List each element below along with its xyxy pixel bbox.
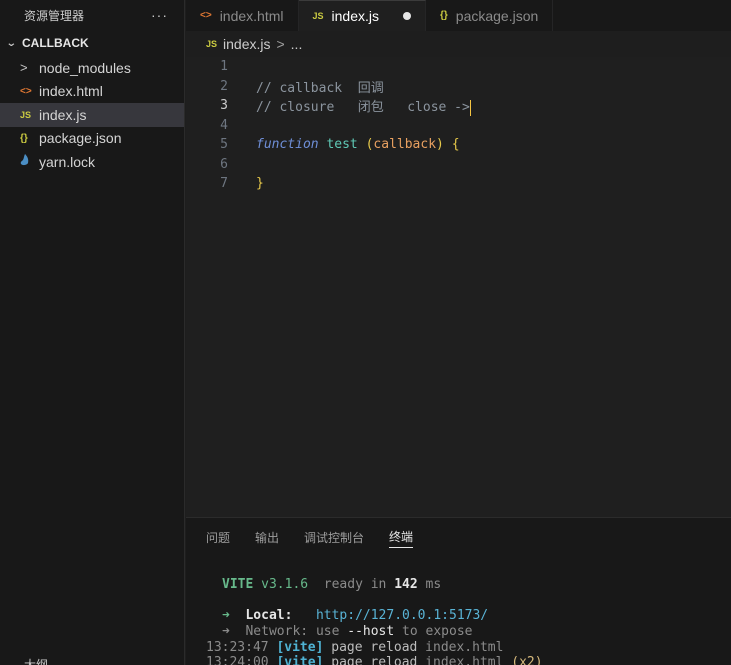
terminal-line-vite: VITE v3.1.6 ready in 142 ms xyxy=(222,577,441,592)
local-url-link[interactable]: http://127.0.0.1:5173/ xyxy=(316,608,488,623)
log-tag: [vite] xyxy=(276,655,324,665)
log-file: index.html xyxy=(425,640,504,655)
tab-problems[interactable]: 问题 xyxy=(206,518,230,556)
js-file-icon: JS xyxy=(206,39,218,49)
tree-item-package-json[interactable]: {} package.json xyxy=(0,127,184,151)
ready-text: ready in xyxy=(323,577,387,592)
network-label: Network: xyxy=(245,624,309,639)
network-rest: to expose xyxy=(402,624,473,639)
code-editor[interactable]: 1 2 // callback 回调 3 // closure 闭包 close… xyxy=(186,57,731,517)
tab-index-js[interactable]: JS index.js xyxy=(298,0,426,31)
vite-version: v3.1.6 xyxy=(261,577,309,592)
log-time: 13:23:47 xyxy=(206,640,269,655)
html-file-icon: <> xyxy=(200,10,212,21)
terminal-line-network: ➜ Network: use --host to expose xyxy=(222,624,473,639)
line-number: 3 xyxy=(220,98,228,114)
bottom-panel: 问题 输出 调试控制台 终端 VITE v3.1.6 ready in 142 … xyxy=(186,517,731,665)
tree-item-label: node_modules xyxy=(39,59,131,76)
code-line-current: 3 // closure 闭包 close -> xyxy=(186,96,731,116)
breadcrumb-symbols[interactable]: ... xyxy=(291,36,303,52)
tree-item-node-modules[interactable]: > node_modules xyxy=(0,56,184,80)
code-line: 6 xyxy=(186,155,731,175)
tree-item-label: package.json xyxy=(39,130,122,147)
breadcrumb-separator: > xyxy=(276,36,285,52)
tree-item-index-js[interactable]: JS index.js xyxy=(0,103,184,127)
line-number: 2 xyxy=(220,78,228,94)
code-line: 5 function test (callback) { xyxy=(186,135,731,155)
tab-terminal[interactable]: 终端 xyxy=(389,526,414,548)
outline-section-header[interactable]: 大纲 xyxy=(24,656,48,665)
tab-index-html[interactable]: <> index.html xyxy=(186,0,299,31)
brace-close: } xyxy=(256,176,264,192)
terminal-log-line: 13:24:00 [vite] page reload index.html (… xyxy=(206,655,543,665)
js-file-icon: JS xyxy=(312,11,324,21)
function-declaration: function test (callback) { xyxy=(256,137,460,152)
code-line: 7 } xyxy=(186,174,731,194)
log-message: page reload xyxy=(331,655,418,665)
explorer-sidebar: 资源管理器 ··· ⌄ CALLBACK > node_modules <> i… xyxy=(0,0,185,665)
tree-item-label: index.html xyxy=(39,83,103,100)
code-line: 1 xyxy=(186,57,731,77)
code-line: 2 // callback 回调 xyxy=(186,77,731,97)
tab-output[interactable]: 输出 xyxy=(255,518,279,556)
chevron-down-icon: ⌄ xyxy=(5,37,17,49)
tab-label: index.html xyxy=(219,7,284,24)
local-label: Local: xyxy=(245,608,293,623)
brace-open: { xyxy=(451,137,460,153)
log-tag: [vite] xyxy=(276,640,324,655)
folder-name: CALLBACK xyxy=(22,36,89,50)
tab-debug-console[interactable]: 调试控制台 xyxy=(304,518,364,556)
comment-line: // closure 闭包 close -> xyxy=(256,96,471,116)
tree-item-label: yarn.lock xyxy=(39,153,96,170)
more-actions-icon[interactable]: ··· xyxy=(151,7,168,23)
line-number: 5 xyxy=(220,137,228,153)
network-flag: --host xyxy=(347,624,395,639)
tab-label: package.json xyxy=(455,7,539,24)
yarn-file-icon xyxy=(20,154,39,169)
parameter: callback xyxy=(373,137,437,153)
tab-package-json[interactable]: {} package.json xyxy=(426,0,554,31)
log-time: 13:24:00 xyxy=(206,655,269,665)
json-file-icon: {} xyxy=(439,10,448,21)
tree-item-label: index.js xyxy=(39,106,87,123)
ms-unit: ms xyxy=(425,577,442,592)
editor-tab-bar: <> index.html JS index.js {} package.jso… xyxy=(186,0,731,31)
comment-text: // callback 回调 xyxy=(256,80,384,96)
terminal-log-line: 13:23:47 [vite] page reload index.html xyxy=(206,640,503,655)
folder-callback[interactable]: ⌄ CALLBACK xyxy=(0,30,184,56)
vite-label: VITE xyxy=(222,577,254,592)
breadcrumb: JS index.js > ... xyxy=(186,31,731,57)
explorer-header: 资源管理器 ··· xyxy=(0,0,184,30)
tree-item-index-html[interactable]: <> index.html xyxy=(0,80,184,104)
comment-text: // closure 闭包 close -> xyxy=(256,100,470,115)
paren-close: ) xyxy=(436,137,444,153)
breadcrumb-file[interactable]: index.js xyxy=(223,36,270,52)
log-file: index.html xyxy=(425,655,504,665)
unsaved-dot-icon[interactable] xyxy=(402,12,411,20)
arrow-icon: ➜ xyxy=(222,624,230,639)
arrow-icon: ➜ xyxy=(222,608,230,623)
ready-ms: 142 xyxy=(394,577,418,592)
keyword-function: function xyxy=(256,137,319,153)
code-line: 4 xyxy=(186,116,731,136)
line-number: 4 xyxy=(220,117,228,133)
line-number: 1 xyxy=(220,59,228,75)
terminal-line-local: ➜ Local: http://127.0.0.1:5173/ xyxy=(222,608,488,623)
log-count: (x2) xyxy=(511,655,543,665)
explorer-title: 资源管理器 xyxy=(24,8,85,23)
tab-label: index.js xyxy=(331,8,379,24)
js-file-icon: JS xyxy=(20,109,32,120)
json-file-icon: {} xyxy=(20,132,28,144)
chevron-right-icon: > xyxy=(20,60,28,76)
tree-item-yarn-lock[interactable]: yarn.lock xyxy=(0,150,184,174)
line-number: 6 xyxy=(220,156,228,172)
network-use: use xyxy=(315,624,340,639)
log-message: page reload xyxy=(331,640,418,655)
line-number: 7 xyxy=(220,176,228,192)
function-name: test xyxy=(326,137,358,153)
html-file-icon: <> xyxy=(20,85,32,97)
text-cursor xyxy=(469,99,471,116)
panel-tabs: 问题 输出 调试控制台 终端 xyxy=(186,518,731,556)
